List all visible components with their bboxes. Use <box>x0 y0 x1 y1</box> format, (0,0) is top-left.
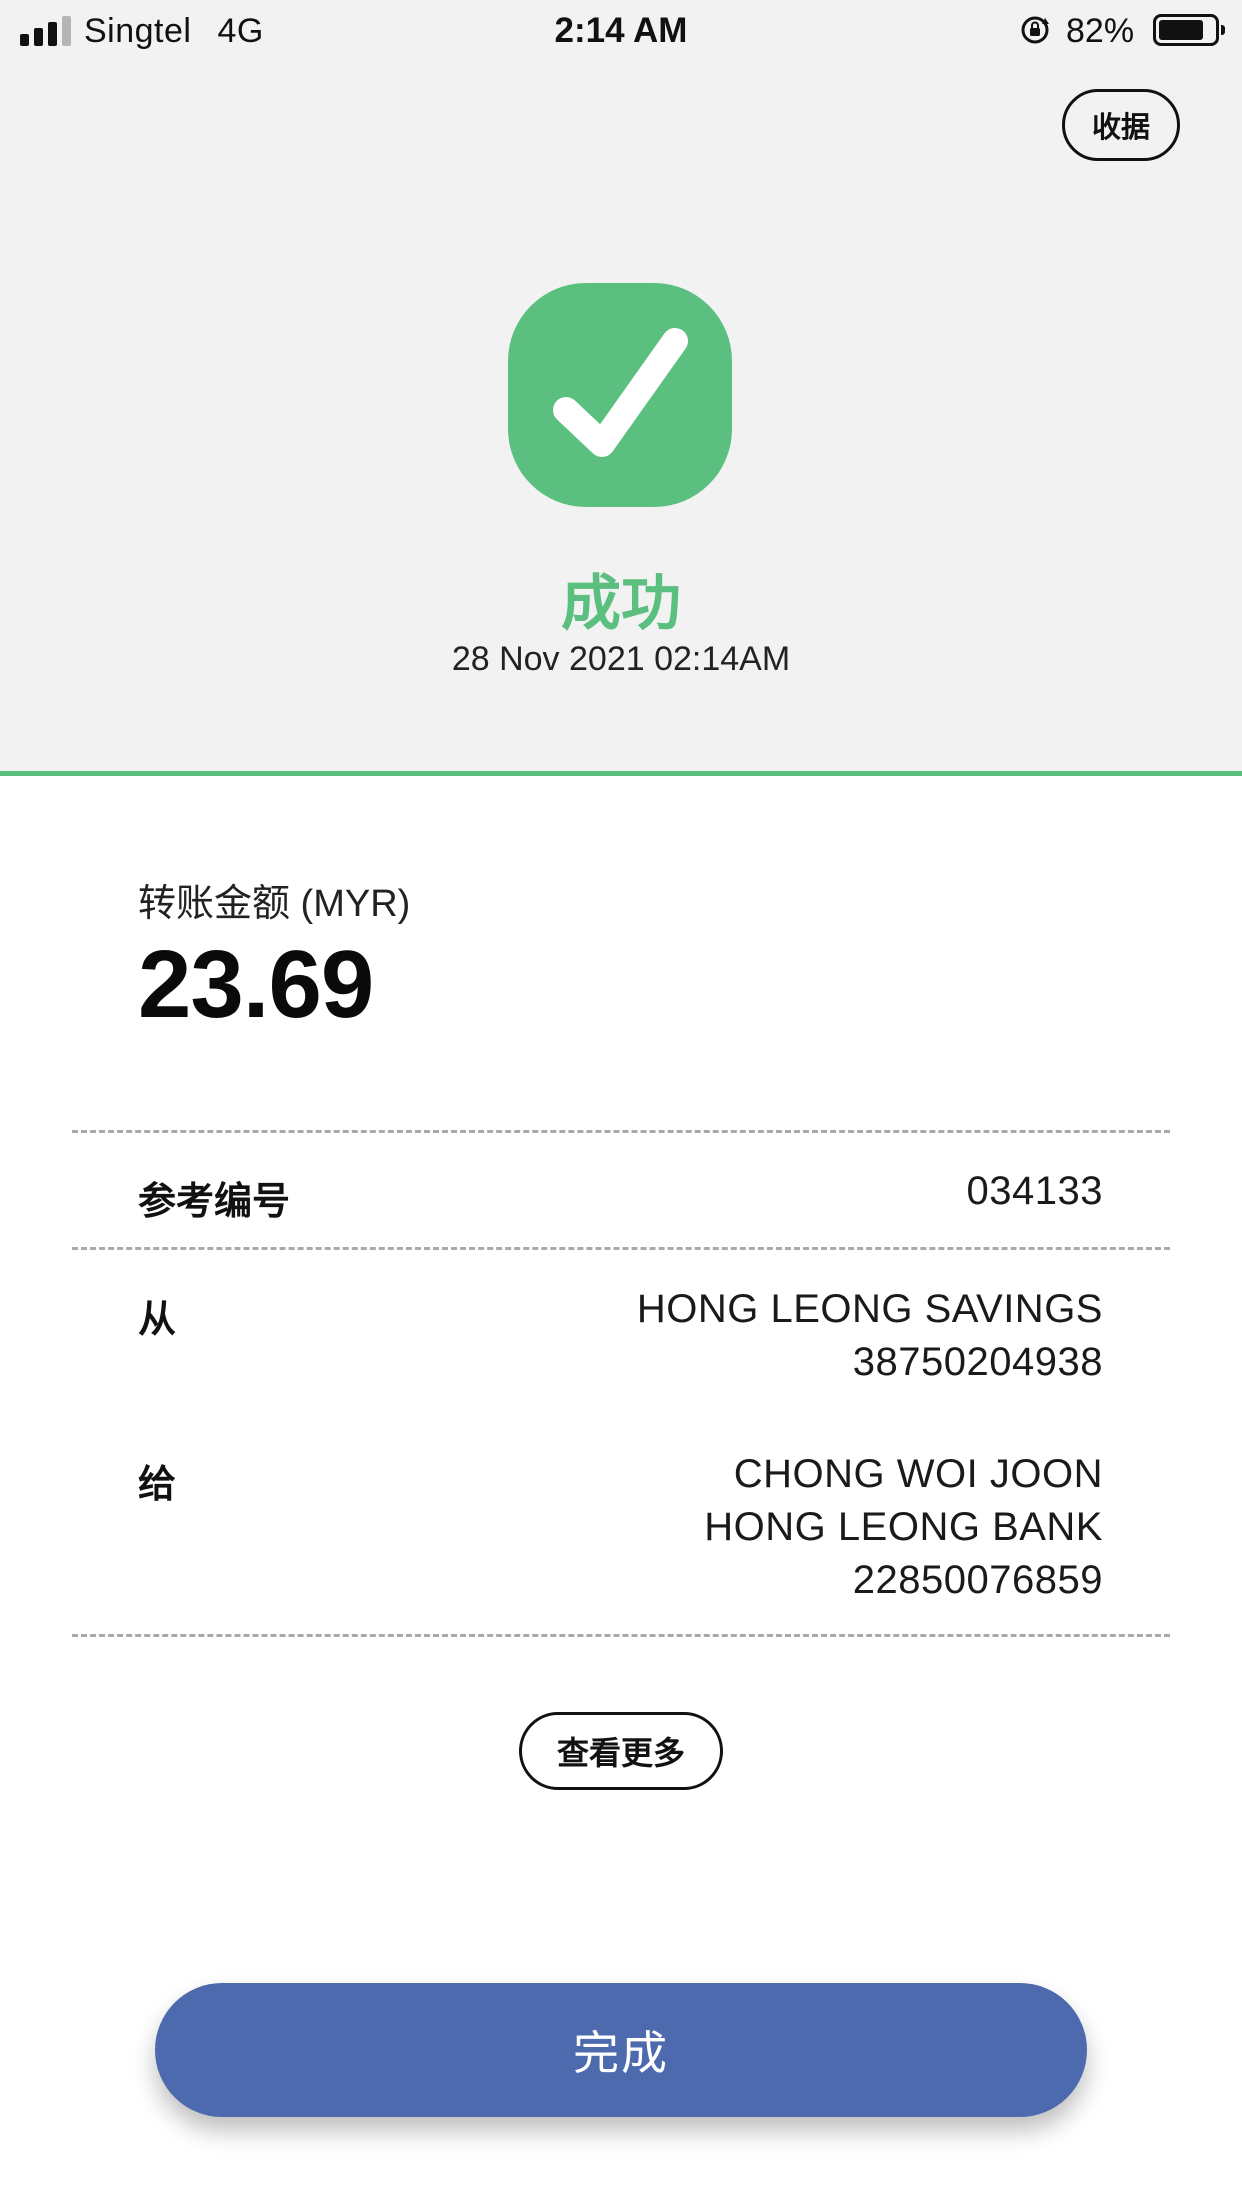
done-button[interactable]: 完成 <box>155 1983 1087 2117</box>
amount-label: 转账金额 (MYR) <box>138 883 411 925</box>
battery-icon <box>1153 14 1225 46</box>
battery-fill <box>1159 20 1203 40</box>
transaction-datetime: 28 Nov 2021 02:14AM <box>451 640 791 678</box>
header-divider <box>0 771 1242 776</box>
view-more-button[interactable]: 查看更多 <box>519 1712 723 1790</box>
from-account: HONG LEONG SAVINGS 38750204938 <box>637 1283 1103 1389</box>
divider <box>72 1634 1170 1637</box>
receipt-button[interactable]: 收据 <box>1062 89 1180 161</box>
to-account-number: 22850076859 <box>852 1558 1103 1602</box>
rotation-lock-icon <box>1021 16 1049 44</box>
to-bank-name: HONG LEONG BANK <box>704 1505 1103 1549</box>
status-bar: Singtel 4G 2:14 AM 82% <box>0 0 1242 62</box>
divider <box>72 1247 1170 1250</box>
from-account-name: HONG LEONG SAVINGS <box>636 1287 1103 1331</box>
from-label: 从 <box>138 1299 177 1341</box>
to-recipient-name: CHONG WOI JOON <box>733 1452 1103 1496</box>
divider <box>72 1130 1170 1133</box>
battery-percent: 82% <box>1066 12 1135 50</box>
status-title: 成功 <box>561 570 681 637</box>
to-label: 给 <box>138 1464 177 1506</box>
from-account-number: 38750204938 <box>852 1340 1103 1384</box>
reference-label: 参考编号 <box>138 1181 291 1223</box>
reference-value: 034133 <box>966 1169 1103 1213</box>
to-account: CHONG WOI JOON HONG LEONG BANK 228500768… <box>704 1448 1103 1607</box>
status-time: 2:14 AM <box>554 11 688 50</box>
checkmark-icon <box>508 283 732 507</box>
amount-value: 23.69 <box>138 931 374 1038</box>
